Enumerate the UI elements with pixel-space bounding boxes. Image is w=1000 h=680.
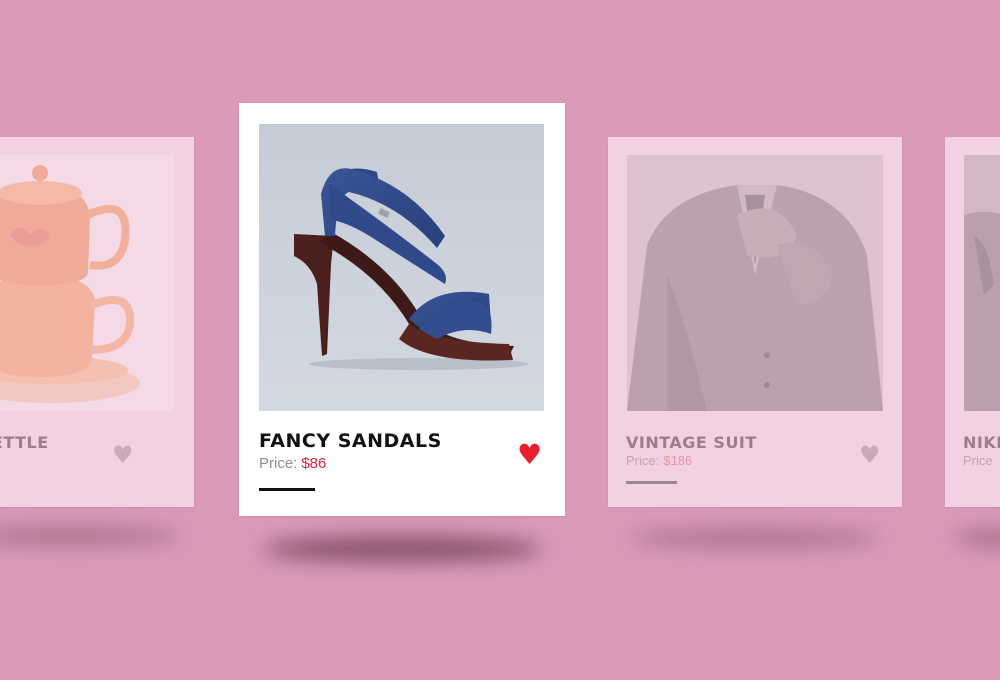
product-card-fancy-sandals[interactable]: FANCY SANDALS Price: $86 ♥	[239, 103, 565, 516]
product-image-kettle	[0, 155, 174, 411]
price-label: Price:	[626, 453, 660, 468]
title-underline	[626, 481, 677, 484]
product-image-nike	[964, 155, 1000, 411]
product-image-suit	[627, 155, 883, 411]
product-price: Price: $86	[259, 455, 326, 472]
product-title: FANCY SANDALS	[259, 430, 442, 452]
card-shadow	[262, 536, 542, 562]
card-shadow	[955, 530, 1000, 546]
card-shadow	[630, 530, 880, 546]
product-card-kettle[interactable]: KETTLE ♥	[0, 137, 194, 507]
card-shadow	[0, 528, 180, 544]
heart-icon[interactable]: ♥	[517, 441, 542, 469]
price-value: $186	[663, 453, 693, 468]
product-price: Price: $186	[626, 453, 692, 468]
product-card-nike[interactable]: NIKE Price	[945, 137, 1000, 507]
heart-icon[interactable]: ♥	[112, 443, 134, 467]
product-title: NIKE	[963, 433, 1000, 452]
price-value: $86	[301, 455, 327, 472]
heart-icon[interactable]: ♥	[859, 443, 881, 467]
product-title: VINTAGE SUIT	[626, 433, 757, 452]
product-title: KETTLE	[0, 433, 49, 452]
title-underline	[259, 488, 315, 491]
product-carousel: KETTLE ♥	[0, 0, 1000, 680]
price-label: Price:	[259, 455, 298, 472]
price-label: Price	[963, 453, 993, 468]
product-image-sandals	[259, 124, 544, 411]
product-price: Price	[963, 453, 993, 468]
product-card-vintage-suit[interactable]: VINTAGE SUIT Price: $186 ♥	[608, 137, 902, 507]
